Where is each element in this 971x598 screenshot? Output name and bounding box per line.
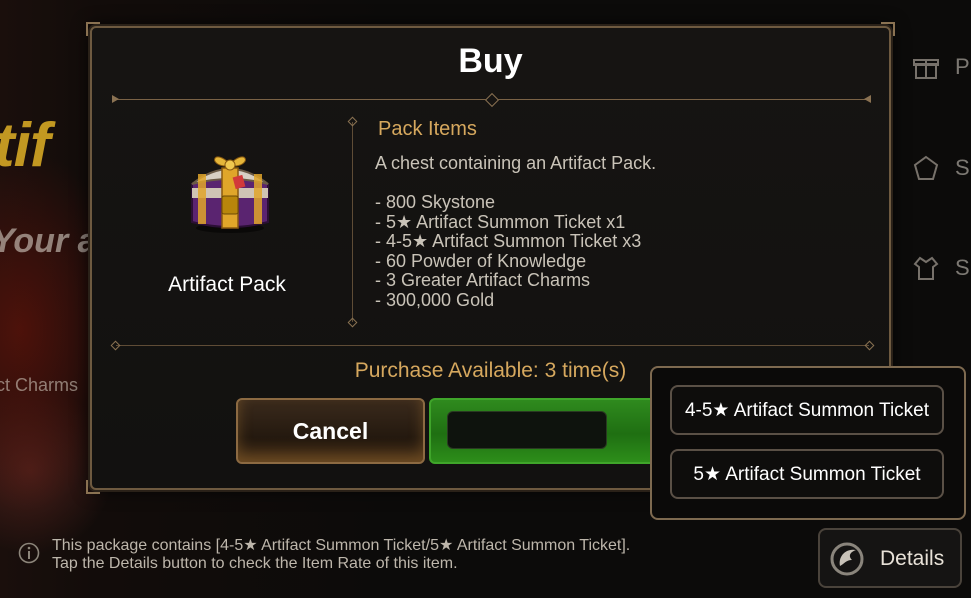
- side-menu-letter: S: [955, 255, 970, 280]
- list-item: - 3 Greater Artifact Charms: [375, 270, 591, 291]
- list-item: - 5★ Artifact Summon Ticket x1: [375, 211, 626, 232]
- stone-icon: [913, 155, 939, 180]
- details-button[interactable]: Details: [818, 528, 962, 588]
- column-divider: [352, 122, 353, 322]
- side-menu-letter: S: [955, 155, 970, 180]
- frame-corner: [881, 22, 895, 36]
- treasure-chest-icon: [191, 156, 269, 233]
- list-item: - 4-5★ Artifact Summon Ticket x3: [375, 231, 642, 252]
- gift-icon: [913, 59, 939, 79]
- details-button-label: Details: [880, 547, 945, 570]
- background-partial-subtitle: Your a: [0, 222, 97, 260]
- side-menu-letter: P: [955, 54, 970, 79]
- dropdown-option-5-star-ticket[interactable]: 5★ Artifact Summon Ticket: [670, 449, 944, 499]
- dialog-title: Buy: [458, 42, 523, 80]
- list-item: - 60 Powder of Knowledge: [375, 250, 587, 271]
- frame-corner: [86, 22, 100, 36]
- cancel-button[interactable]: Cancel: [236, 398, 425, 464]
- list-item: - 800 Skystone: [375, 192, 496, 212]
- background-side-menu: P S S: [895, 40, 971, 380]
- dropdown-option-4-5-star-ticket[interactable]: 4-5★ Artifact Summon Ticket: [670, 385, 944, 435]
- cancel-button-label: Cancel: [292, 417, 369, 444]
- pack-description: A chest containing an Artifact Pack.: [375, 153, 657, 173]
- list-item: - 300,000 Gold: [375, 289, 495, 310]
- package-info-line: Tap the Details button to check the Item…: [52, 555, 458, 572]
- costume-icon: [913, 256, 939, 280]
- background-partial-title: tif: [0, 111, 51, 180]
- package-info-line: This package contains [4-5★ Artifact Sum…: [52, 537, 631, 554]
- bottom-divider: [116, 345, 869, 346]
- ticket-dropdown: 4-5★ Artifact Summon Ticket 5★ Artifact …: [650, 366, 966, 520]
- info-icon: [18, 542, 40, 564]
- background-partial-charms: ct Charms: [0, 375, 79, 395]
- frame-corner: [86, 480, 100, 494]
- price-field: [447, 411, 607, 449]
- dragon-emblem-icon: [830, 542, 864, 576]
- title-divider: [112, 92, 871, 108]
- package-info-text: This package contains [4-5★ Artifact Sum…: [52, 537, 630, 573]
- pack-name: Artifact Pack: [168, 273, 286, 296]
- pack-items-heading: Pack Items: [378, 118, 477, 140]
- buy-button[interactable]: [429, 398, 673, 464]
- pack-items-list: - 800 Skystone - 5★ Artifact Summon Tick…: [375, 192, 642, 311]
